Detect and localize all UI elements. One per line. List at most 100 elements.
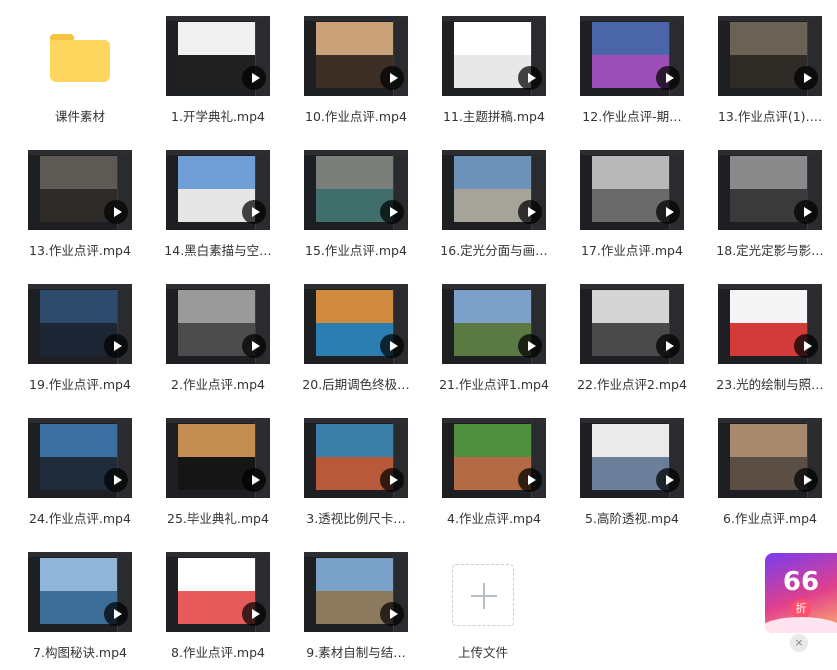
file-name: 1.开学典礼.mp4: [171, 109, 265, 124]
play-icon[interactable]: [380, 602, 404, 626]
play-icon[interactable]: [794, 200, 818, 224]
video-file-item[interactable]: 25.毕业典礼.mp4: [148, 402, 288, 536]
video-thumbnail: [166, 16, 270, 96]
file-name: 14.黑白素描与空…: [164, 243, 272, 258]
video-file-item[interactable]: 16.定光分面与画…: [424, 134, 564, 268]
play-icon[interactable]: [380, 468, 404, 492]
video-thumbnail: [580, 150, 684, 230]
video-thumbnail: [166, 418, 270, 498]
file-name: 13.作业点评.mp4: [29, 243, 131, 258]
file-name: 17.作业点评.mp4: [581, 243, 683, 258]
file-name: 18.定光定影与影…: [716, 243, 824, 258]
file-name: 11.主题拼稿.mp4: [443, 109, 545, 124]
video-file-item[interactable]: 23.光的绘制与照…: [700, 268, 837, 402]
play-icon[interactable]: [656, 334, 680, 358]
promo-unit: 折: [791, 599, 811, 619]
play-icon[interactable]: [518, 200, 542, 224]
video-file-item[interactable]: 9.素材自制与结…: [286, 536, 426, 670]
file-name: 3.透视比例尺卡…: [306, 511, 406, 526]
video-file-item[interactable]: 2.作业点评.mp4: [148, 268, 288, 402]
play-icon[interactable]: [794, 468, 818, 492]
promo-banner[interactable]: 66 折: [765, 553, 837, 633]
play-icon[interactable]: [656, 66, 680, 90]
video-file-item[interactable]: 24.作业点评.mp4: [10, 402, 150, 536]
file-name: 9.素材自制与结…: [306, 645, 406, 660]
video-file-item[interactable]: 5.高阶透视.mp4: [562, 402, 702, 536]
play-icon[interactable]: [380, 66, 404, 90]
video-file-item[interactable]: 21.作业点评1.mp4: [424, 268, 564, 402]
play-icon[interactable]: [656, 200, 680, 224]
video-file-item[interactable]: 4.作业点评.mp4: [424, 402, 564, 536]
cloud-decoration: [765, 617, 837, 633]
file-name: 22.作业点评2.mp4: [577, 377, 687, 392]
video-file-item[interactable]: 10.作业点评.mp4: [286, 0, 426, 134]
video-thumbnail: [442, 418, 546, 498]
video-thumbnail: [304, 552, 408, 632]
video-file-item[interactable]: 18.定光定影与影…: [700, 134, 837, 268]
video-thumbnail: [304, 16, 408, 96]
video-thumbnail: [718, 284, 822, 364]
upload-label: 上传文件: [457, 645, 508, 660]
play-icon[interactable]: [242, 468, 266, 492]
video-file-item[interactable]: 13.作业点评(1)….: [700, 0, 837, 134]
video-thumbnail: [166, 150, 270, 230]
play-icon[interactable]: [656, 468, 680, 492]
play-icon[interactable]: [380, 200, 404, 224]
video-thumbnail: [166, 552, 270, 632]
upload-button[interactable]: [452, 564, 514, 626]
video-thumbnail: [718, 150, 822, 230]
video-thumbnail: [718, 418, 822, 498]
video-thumbnail: [718, 16, 822, 96]
video-file-item[interactable]: 1.开学典礼.mp4: [148, 0, 288, 134]
video-file-item[interactable]: 12.作业点评-期…: [562, 0, 702, 134]
video-file-item[interactable]: 19.作业点评.mp4: [10, 268, 150, 402]
video-file-item[interactable]: 17.作业点评.mp4: [562, 134, 702, 268]
play-icon[interactable]: [518, 334, 542, 358]
video-file-item[interactable]: 13.作业点评.mp4: [10, 134, 150, 268]
file-grid: 课件素材 1.开学典礼.mp4 10.作业点评.mp4 11.主题拼稿.mp4 12.…: [10, 0, 837, 667]
file-name: 8.作业点评.mp4: [171, 645, 265, 660]
play-icon[interactable]: [104, 602, 128, 626]
folder-item[interactable]: 课件素材: [10, 0, 150, 134]
video-thumbnail: [442, 284, 546, 364]
play-icon[interactable]: [242, 602, 266, 626]
folder-name: 课件素材: [54, 109, 105, 124]
play-icon[interactable]: [242, 334, 266, 358]
video-file-item[interactable]: 20.后期调色终极…: [286, 268, 426, 402]
play-icon[interactable]: [518, 468, 542, 492]
play-icon[interactable]: [104, 200, 128, 224]
video-file-item[interactable]: 11.主题拼稿.mp4: [424, 0, 564, 134]
video-thumbnail: [304, 150, 408, 230]
play-icon[interactable]: [242, 200, 266, 224]
video-file-item[interactable]: 22.作业点评2.mp4: [562, 268, 702, 402]
video-thumbnail: [28, 418, 132, 498]
video-thumbnail: [304, 284, 408, 364]
play-icon[interactable]: [794, 334, 818, 358]
file-name: 5.高阶透视.mp4: [585, 511, 679, 526]
video-file-item[interactable]: 7.构图秘诀.mp4: [10, 536, 150, 670]
play-icon[interactable]: [518, 66, 542, 90]
video-file-item[interactable]: 15.作业点评.mp4: [286, 134, 426, 268]
video-file-item[interactable]: 3.透视比例尺卡…: [286, 402, 426, 536]
file-name: 2.作业点评.mp4: [171, 377, 265, 392]
play-icon[interactable]: [794, 66, 818, 90]
file-name: 25.毕业典礼.mp4: [167, 511, 269, 526]
video-thumbnail: [28, 284, 132, 364]
play-icon[interactable]: [104, 468, 128, 492]
play-icon[interactable]: [242, 66, 266, 90]
video-file-item[interactable]: 8.作业点评.mp4: [148, 536, 288, 670]
video-file-item[interactable]: 14.黑白素描与空…: [148, 134, 288, 268]
file-name: 16.定光分面与画…: [440, 243, 548, 258]
video-thumbnail: [442, 16, 546, 96]
file-name: 10.作业点评.mp4: [305, 109, 407, 124]
video-thumbnail: [304, 418, 408, 498]
video-thumbnail: [580, 16, 684, 96]
video-thumbnail: [580, 418, 684, 498]
file-name: 15.作业点评.mp4: [305, 243, 407, 258]
play-icon[interactable]: [380, 334, 404, 358]
video-file-item[interactable]: 6.作业点评.mp4: [700, 402, 837, 536]
video-thumbnail: [28, 150, 132, 230]
play-icon[interactable]: [104, 334, 128, 358]
close-icon[interactable]: ×: [790, 634, 808, 652]
file-name: 23.光的绘制与照…: [716, 377, 824, 392]
